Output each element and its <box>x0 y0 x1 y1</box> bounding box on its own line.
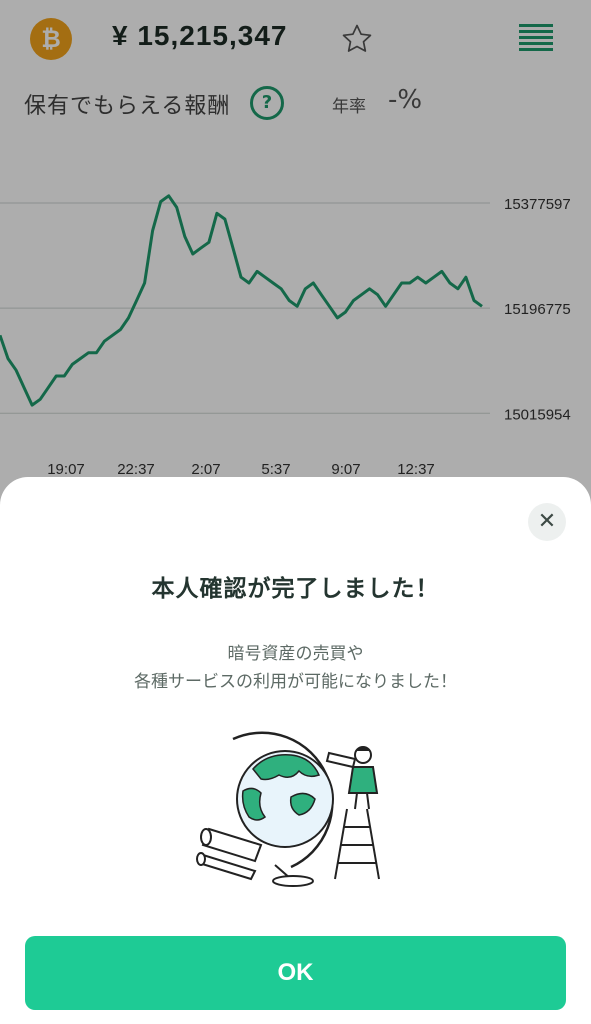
sheet-message-line1: 暗号資産の売買や <box>227 644 364 664</box>
close-button[interactable]: ✕ <box>528 503 566 541</box>
globe-explorer-illustration <box>196 731 380 887</box>
ok-button[interactable]: OK <box>25 936 566 1010</box>
sheet-title: 本人確認が完了しました！ <box>151 576 440 602</box>
verification-complete-sheet: ✕ 本人確認が完了しました！ 暗号資産の売買や 各種サービスの利用が可能になりま… <box>0 477 591 1024</box>
sheet-message-line2: 各種サービスの利用が可能になりました！ <box>134 672 457 692</box>
